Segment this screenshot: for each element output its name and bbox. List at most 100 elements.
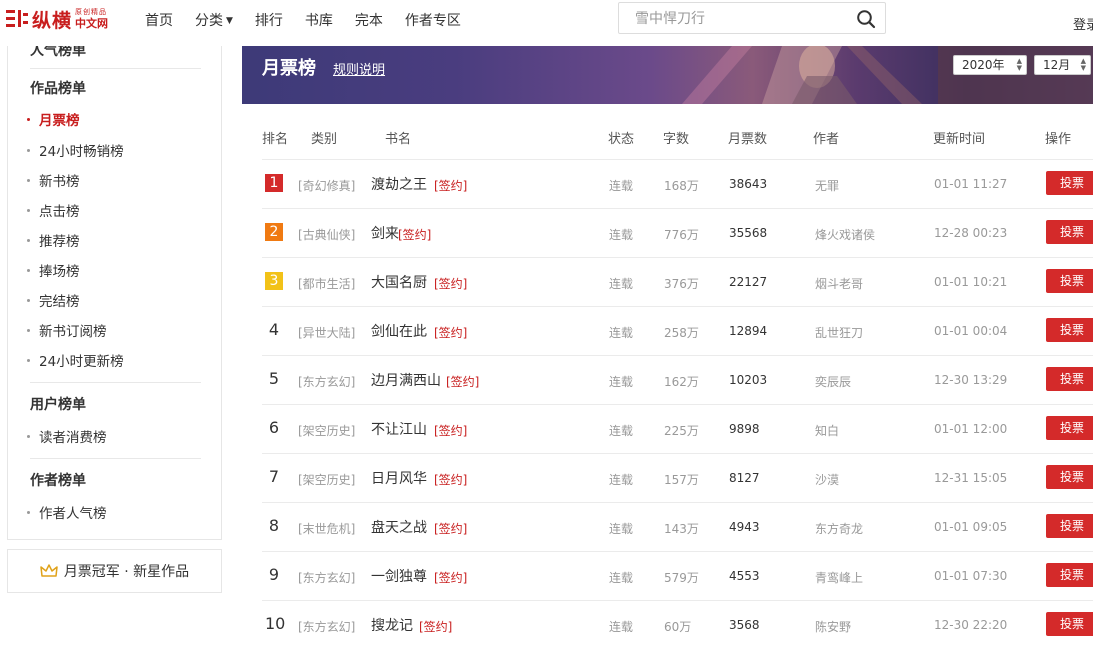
sidebar-item-recommend[interactable]: 推荐榜 bbox=[27, 230, 80, 250]
book-title-link[interactable]: 剑来 bbox=[371, 223, 399, 243]
sidebar-item-label: 完结榜 bbox=[39, 294, 80, 310]
sidebar-item-label: 点击榜 bbox=[39, 204, 80, 220]
search-icon[interactable] bbox=[856, 9, 876, 29]
vote-button[interactable]: 投票 bbox=[1046, 318, 1093, 342]
sidebar-item-reader-spending[interactable]: 读者消费榜 bbox=[27, 426, 107, 446]
category-link[interactable]: [末世危机] bbox=[298, 520, 355, 537]
word-count: 258万 bbox=[664, 326, 699, 340]
year-select[interactable]: 2020年 ▲ ▼ bbox=[953, 55, 1027, 75]
vote-button[interactable]: 投票 bbox=[1046, 171, 1093, 195]
table-row: 5 [东方玄幻] 边月满西山 [签约] 连载 162万 10203 奕辰辰 12-30 13:2… bbox=[262, 356, 1093, 405]
bullet-icon bbox=[27, 179, 30, 182]
word-count: 776万 bbox=[664, 228, 699, 242]
author-link[interactable]: 烽火戏诸侯 bbox=[815, 226, 875, 243]
vote-count: 3568 bbox=[729, 618, 760, 632]
sidebar-item-monthly-ticket[interactable]: 月票榜 bbox=[27, 109, 80, 129]
vote-button[interactable]: 投票 bbox=[1046, 612, 1093, 636]
status-text: 连载 bbox=[609, 571, 634, 585]
sidebar-divider bbox=[30, 458, 201, 459]
rank-badge: 9 bbox=[268, 565, 280, 584]
sidebar-section-authors: 作者榜单 bbox=[30, 473, 86, 489]
search-input[interactable] bbox=[633, 4, 857, 34]
category-link[interactable]: [异世大陆] bbox=[298, 324, 355, 341]
col-category: 类别 bbox=[311, 132, 338, 147]
author-link[interactable]: 奕辰辰 bbox=[815, 373, 851, 390]
book-title-link[interactable]: 剑仙在此 bbox=[371, 321, 427, 341]
book-title-link[interactable]: 边月满西山 bbox=[371, 370, 441, 390]
vote-button[interactable]: 投票 bbox=[1046, 367, 1093, 391]
bullet-icon bbox=[27, 329, 30, 332]
sidebar-item-label: 捧场榜 bbox=[39, 264, 80, 280]
status-text: 连载 bbox=[609, 620, 634, 634]
author-link[interactable]: 沙漠 bbox=[815, 471, 839, 488]
vote-button[interactable]: 投票 bbox=[1046, 465, 1093, 489]
sidebar-item-author-popularity[interactable]: 作者人气榜 bbox=[27, 502, 107, 522]
sidebar-item-clicks[interactable]: 点击榜 bbox=[27, 200, 80, 220]
book-title-link[interactable]: 渡劫之王 bbox=[371, 174, 427, 194]
word-count: 143万 bbox=[664, 522, 699, 536]
nav-ranking[interactable]: 排行 bbox=[255, 10, 283, 30]
sidebar-item-completed[interactable]: 完结榜 bbox=[27, 290, 80, 310]
nav-library[interactable]: 书库 bbox=[305, 10, 333, 30]
status-text: 连载 bbox=[609, 326, 634, 340]
category-link[interactable]: [东方玄幻] bbox=[298, 373, 355, 390]
sidebar-item-support[interactable]: 捧场榜 bbox=[27, 260, 80, 280]
author-link[interactable]: 乱世狂刀 bbox=[815, 324, 863, 341]
bullet-icon bbox=[27, 511, 30, 514]
author-link[interactable]: 青鸾峰上 bbox=[815, 569, 863, 586]
sidebar-item-new-subscriptions[interactable]: 新书订阅榜 bbox=[27, 320, 107, 340]
vote-count: 9898 bbox=[729, 422, 760, 436]
book-title-link[interactable]: 日月风华 bbox=[371, 468, 427, 488]
crown-icon bbox=[40, 564, 58, 577]
month-select[interactable]: 12月 ▲ ▼ bbox=[1034, 55, 1091, 75]
category-link[interactable]: [古典仙侠] bbox=[298, 226, 355, 243]
vote-button[interactable]: 投票 bbox=[1046, 563, 1093, 587]
nav-author-zone[interactable]: 作者专区 bbox=[405, 10, 461, 30]
site-logo[interactable]: 纵横 原创精品 中文网 bbox=[6, 7, 108, 32]
sidebar-section-popular: 人气榜单 bbox=[30, 46, 86, 59]
bullet-icon bbox=[27, 299, 30, 302]
rank-badge: 1 bbox=[265, 174, 283, 192]
book-title-link[interactable]: 不让江山 bbox=[371, 419, 427, 439]
sidebar-item-24h-updates[interactable]: 24小时更新榜 bbox=[27, 350, 124, 370]
status-text: 连载 bbox=[609, 277, 634, 291]
vote-button[interactable]: 投票 bbox=[1046, 416, 1093, 440]
table-row: 3 [都市生活] 大国名厨 [签约] 连载 376万 22127 烟斗老哥 01-01 10:2… bbox=[262, 258, 1093, 307]
category-link[interactable]: [东方玄幻] bbox=[298, 618, 355, 635]
author-link[interactable]: 东方奇龙 bbox=[815, 520, 863, 537]
table-header: 排名 类别 书名 状态 字数 月票数 作者 更新时间 操作 bbox=[262, 128, 1093, 148]
vote-button[interactable]: 投票 bbox=[1046, 220, 1093, 244]
author-link[interactable]: 陈安野 bbox=[815, 618, 851, 635]
author-link[interactable]: 知白 bbox=[815, 422, 839, 439]
vote-count: 10203 bbox=[729, 373, 768, 387]
update-time: 12-31 15:05 bbox=[934, 471, 1008, 485]
book-title-link[interactable]: 搜龙记 bbox=[371, 615, 413, 635]
category-link[interactable]: [东方玄幻] bbox=[298, 569, 355, 586]
vote-count: 35568 bbox=[729, 226, 768, 240]
nav-home[interactable]: 首页 bbox=[145, 10, 173, 30]
author-link[interactable]: 烟斗老哥 bbox=[815, 275, 863, 292]
book-title-link[interactable]: 盘天之战 bbox=[371, 517, 427, 537]
champion-link[interactable]: 月票冠军 · 新星作品 bbox=[7, 549, 222, 593]
nav-category[interactable]: 分类 ▼ bbox=[195, 10, 233, 30]
author-link[interactable]: 无罪 bbox=[815, 177, 839, 194]
category-link[interactable]: [架空历史] bbox=[298, 471, 355, 488]
book-title-link[interactable]: 一剑独尊 bbox=[371, 566, 427, 586]
rank-badge: 3 bbox=[265, 272, 283, 290]
category-link[interactable]: [都市生活] bbox=[298, 275, 355, 292]
login-link[interactable]: 登录 bbox=[1073, 14, 1093, 33]
spinner-arrows-icon: ▲ ▼ bbox=[1080, 57, 1086, 72]
rules-link[interactable]: 规则说明 bbox=[333, 59, 385, 78]
vote-count: 12894 bbox=[729, 324, 768, 338]
status-text: 连载 bbox=[609, 228, 634, 242]
spinner-arrows-icon: ▲ ▼ bbox=[1016, 57, 1022, 72]
category-link[interactable]: [奇幻修真] bbox=[298, 177, 355, 194]
category-link[interactable]: [架空历史] bbox=[298, 422, 355, 439]
vote-button[interactable]: 投票 bbox=[1046, 514, 1093, 538]
nav-finished[interactable]: 完本 bbox=[355, 10, 383, 30]
rank-badge: 10 bbox=[265, 614, 286, 633]
vote-button[interactable]: 投票 bbox=[1046, 269, 1093, 293]
sidebar-item-new-books[interactable]: 新书榜 bbox=[27, 170, 80, 190]
sidebar-item-24h-bestseller[interactable]: 24小时畅销榜 bbox=[27, 140, 124, 160]
book-title-link[interactable]: 大国名厨 bbox=[371, 272, 427, 292]
